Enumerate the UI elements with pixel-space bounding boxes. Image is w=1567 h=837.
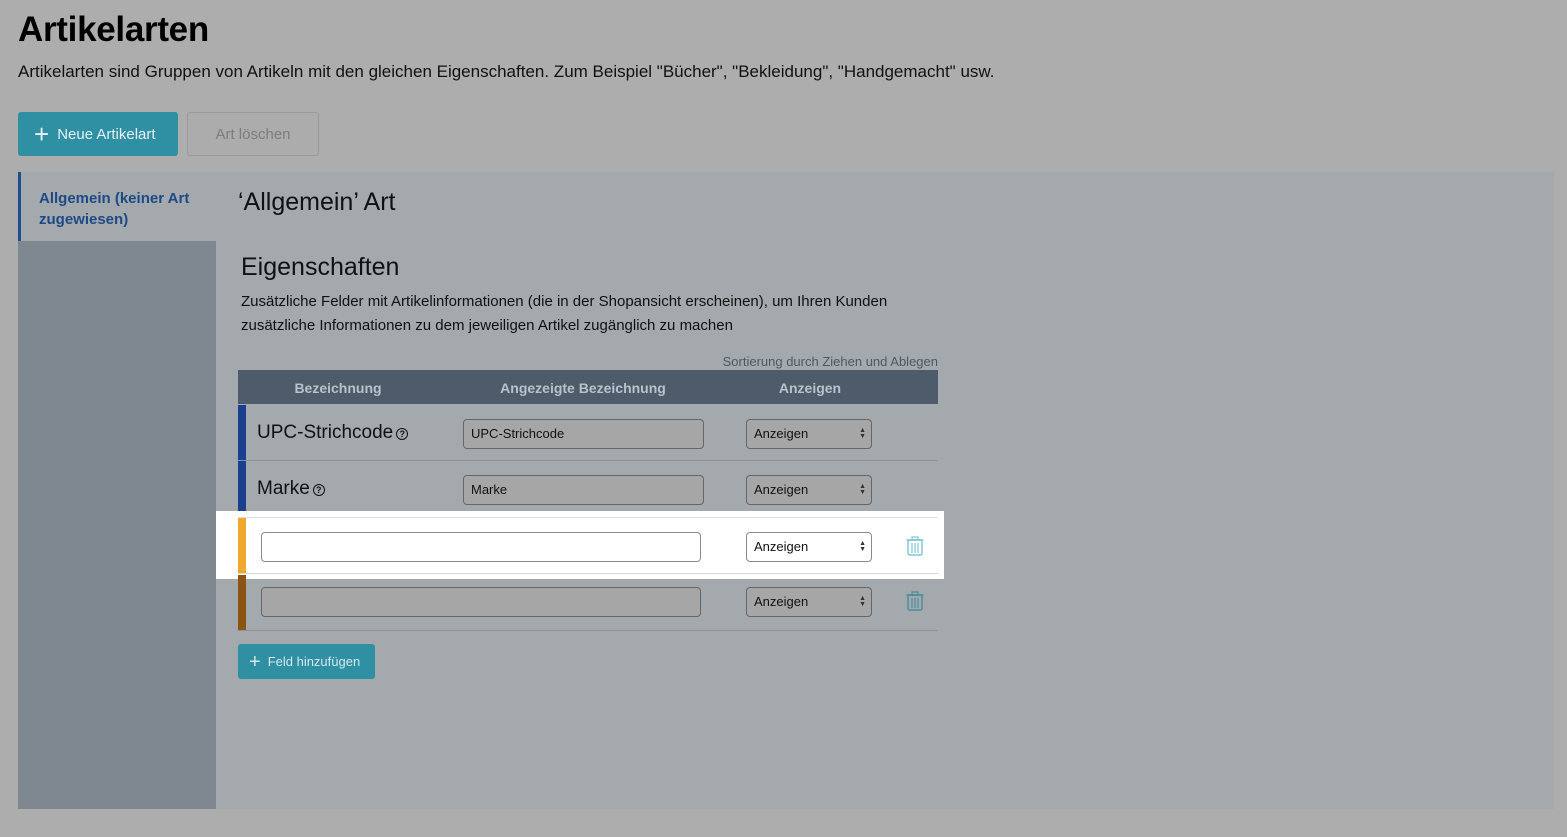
delete-type-label: Art löschen	[215, 125, 291, 143]
question-circle-icon[interactable]: ?	[312, 484, 325, 496]
display-name-input[interactable]: UPC-Strichcode	[463, 419, 704, 449]
updown-arrows-icon: ▲ ▼	[859, 595, 866, 608]
properties-description: Zusätzliche Felder mit Artikelinformatio…	[241, 293, 888, 334]
visibility-select[interactable]: Anzeigen ▲ ▼	[746, 419, 872, 449]
table-row[interactable]: Marke ? Marke Anzeigen ▲ ▼	[238, 461, 938, 517]
page-description: Artikelarten sind Gruppen von Artikeln m…	[18, 62, 995, 81]
add-field-button[interactable]: + Feld hinzufügen	[238, 644, 375, 679]
column-header-name: Bezeichnung	[294, 380, 382, 396]
page-title: Artikelarten	[18, 10, 209, 49]
sidebar-item-general[interactable]: Allgemein (keiner Art zugewiesen)	[18, 172, 216, 241]
updown-arrows-icon: ▲ ▼	[859, 483, 866, 496]
visibility-select[interactable]: Anzeigen ▲ ▼	[746, 532, 872, 562]
properties-table-header: Bezeichnung Angezeigte Bezeichnung Anzei…	[238, 370, 938, 404]
drag-handle[interactable]	[238, 461, 246, 516]
property-name-text: Marke	[257, 478, 310, 499]
visibility-select-value: Anzeigen	[754, 426, 809, 441]
property-name-input[interactable]	[261, 587, 701, 617]
sidebar-item-label: Allgemein (keiner Art zugewiesen)	[39, 190, 190, 228]
visibility-select-value: Anzeigen	[754, 482, 809, 497]
add-field-label: Feld hinzufügen	[267, 654, 361, 669]
visibility-select[interactable]: Anzeigen ▲ ▼	[746, 475, 872, 505]
property-name-input[interactable]	[261, 532, 701, 562]
trash-icon[interactable]	[906, 536, 924, 556]
type-sidebar	[18, 172, 216, 809]
trash-icon[interactable]	[906, 591, 924, 611]
new-type-label: Neue Artikelart	[57, 125, 156, 143]
sort-hint: Sortierung durch Ziehen und Ablegen	[722, 354, 938, 369]
question-circle-icon[interactable]: ?	[396, 428, 409, 440]
updown-arrows-icon: ▲ ▼	[859, 540, 866, 553]
visibility-select-value: Anzeigen	[754, 539, 809, 554]
property-name-text: UPC-Strichcode	[257, 422, 394, 443]
delete-type-button[interactable]: Art löschen	[187, 112, 319, 156]
drag-handle[interactable]	[238, 518, 246, 573]
table-row-highlighted[interactable]: Anzeigen ▲ ▼	[238, 517, 938, 574]
properties-title: Eigenschaften	[241, 253, 400, 281]
drag-handle[interactable]	[238, 405, 246, 460]
table-row[interactable]: Anzeigen ▲ ▼	[238, 575, 938, 631]
new-type-button[interactable]: + Neue Artikelart	[18, 112, 178, 156]
property-name: UPC-Strichcode ?	[257, 422, 409, 444]
plus-icon: +	[34, 119, 50, 149]
table-row[interactable]: UPC-Strichcode ? UPC-Strichcode Anzeigen…	[238, 405, 938, 461]
type-title: ‘Allgemein’ Art	[238, 188, 396, 216]
display-name-input[interactable]: Marke	[463, 475, 704, 505]
plus-icon: +	[249, 650, 261, 673]
drag-handle[interactable]	[238, 575, 246, 630]
property-name: Marke ?	[257, 478, 325, 500]
column-header-visibility: Anzeigen	[778, 380, 842, 396]
column-header-display-name: Angezeigte Bezeichnung	[500, 380, 666, 396]
updown-arrows-icon: ▲ ▼	[859, 427, 866, 440]
visibility-select[interactable]: Anzeigen ▲ ▼	[746, 587, 872, 617]
visibility-select-value: Anzeigen	[754, 594, 809, 609]
